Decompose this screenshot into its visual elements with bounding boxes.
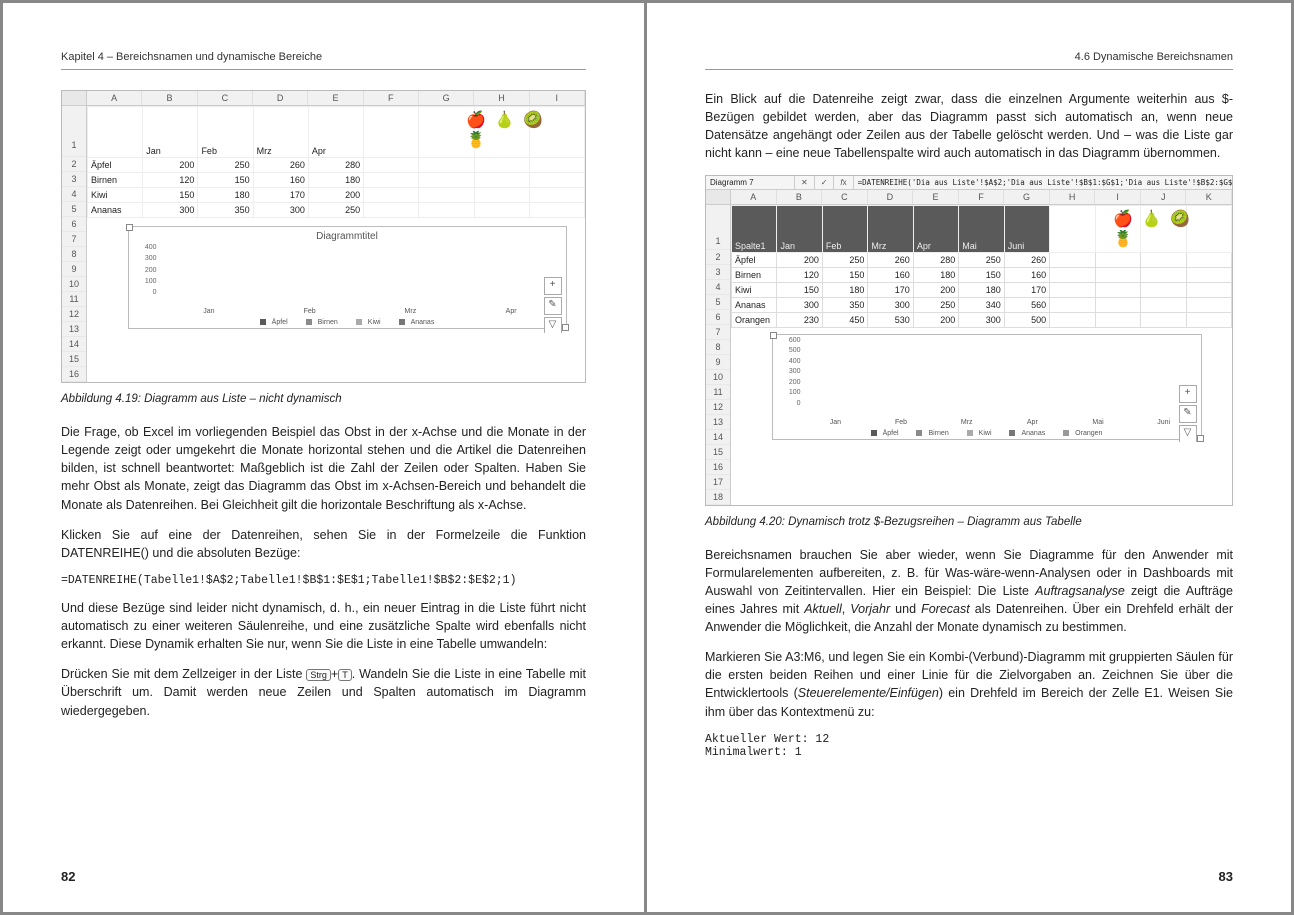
- paragraph: Drücken Sie mit dem Zellzeiger in der Li…: [61, 665, 586, 719]
- page-83: 4.6 Dynamische Bereichsnamen Ein Blick a…: [647, 3, 1291, 912]
- body-text-right-top: Ein Blick auf die Datenreihe zeigt zwar,…: [705, 90, 1233, 175]
- fx-icon[interactable]: fx: [834, 176, 853, 189]
- code-line: =DATENREIHE(Tabelle1!$A$2;Tabelle1!$B$1:…: [61, 574, 586, 587]
- paragraph: Die Frage, ob Excel im vorliegenden Beis…: [61, 423, 586, 514]
- formula-input[interactable]: =DATENREIHE('Dia aus Liste'!$A$2;'Dia au…: [854, 176, 1232, 189]
- kbd-t: T: [338, 669, 352, 681]
- column-headers: A B C D E F G H I: [62, 91, 585, 106]
- name-box[interactable]: Diagramm 7: [706, 176, 795, 189]
- row-numbers: 1 23 45 67 89 1011 1213 1415 16: [62, 106, 87, 382]
- embedded-chart[interactable]: + ✎ ▽ Diagrammtitel 400300 200100 0: [128, 226, 567, 329]
- body-text-right: Bereichsnamen brauchen Sie aber wieder, …: [705, 546, 1233, 771]
- running-head-right: 4.6 Dynamische Bereichsnamen: [705, 51, 1233, 70]
- kbd-strg: Strg: [306, 669, 331, 681]
- row-numbers: 1 23 45 67 89 1011 1213 1415 1617 18: [706, 205, 731, 505]
- chart-legend: Äpfel Birnen Kiwi Ananas Orangen: [777, 426, 1197, 437]
- page-82: Kapitel 4 – Bereichsnamen und dynamische…: [3, 3, 644, 912]
- code-block: Aktueller Wert: 12 Minimalwert: 1: [705, 733, 1233, 759]
- embedded-chart[interactable]: + ✎ ▽ 600500 400300 200100 0: [772, 334, 1202, 440]
- paragraph: Bereichsnamen brauchen Sie aber wieder, …: [705, 546, 1233, 637]
- paragraph: Markieren Sie A3:M6, und legen Sie ein K…: [705, 648, 1233, 721]
- body-text-left: Die Frage, ob Excel im vorliegenden Beis…: [61, 423, 586, 732]
- paragraph: Klicken Sie auf eine der Datenreihen, se…: [61, 526, 586, 562]
- caption-4-20: Abbildung 4.20: Dynamisch trotz $-Bezugs…: [705, 516, 1233, 528]
- chart-filter-icon[interactable]: ▽: [1179, 425, 1197, 442]
- running-head-left: Kapitel 4 – Bereichsnamen und dynamische…: [61, 51, 586, 70]
- column-headers: AB CD EF GH IJ K: [706, 190, 1232, 205]
- paragraph: Und diese Bezüge sind leider nicht dynam…: [61, 599, 586, 653]
- page-number: 83: [1219, 869, 1233, 884]
- caption-4-19: Abbildung 4.19: Diagramm aus Liste – nic…: [61, 393, 586, 405]
- paragraph: Ein Blick auf die Datenreihe zeigt zwar,…: [705, 90, 1233, 163]
- fruit-clipart: 🍎 🍐 🥝🍍: [1113, 209, 1192, 249]
- formula-bar: Diagramm 7 ✕ ✓ fx =DATENREIHE('Dia aus L…: [706, 176, 1232, 190]
- chart-legend: Äpfel Birnen Kiwi Ananas: [133, 315, 562, 326]
- chart-title: Diagrammtitel: [133, 231, 562, 242]
- book-spread: Kapitel 4 – Bereichsnamen und dynamische…: [0, 0, 1294, 915]
- chart-filter-icon[interactable]: ▽: [544, 317, 562, 333]
- accept-icon[interactable]: ✓: [815, 176, 835, 189]
- fruit-clipart: 🍎 🍐 🥝🍍: [466, 110, 545, 150]
- figure-4-20: Diagramm 7 ✕ ✓ fx =DATENREIHE('Dia aus L…: [705, 175, 1233, 506]
- page-number: 82: [61, 869, 75, 884]
- cancel-icon[interactable]: ✕: [795, 176, 815, 189]
- figure-4-19: A B C D E F G H I 1 23 45 67 89 1011 121…: [61, 90, 586, 383]
